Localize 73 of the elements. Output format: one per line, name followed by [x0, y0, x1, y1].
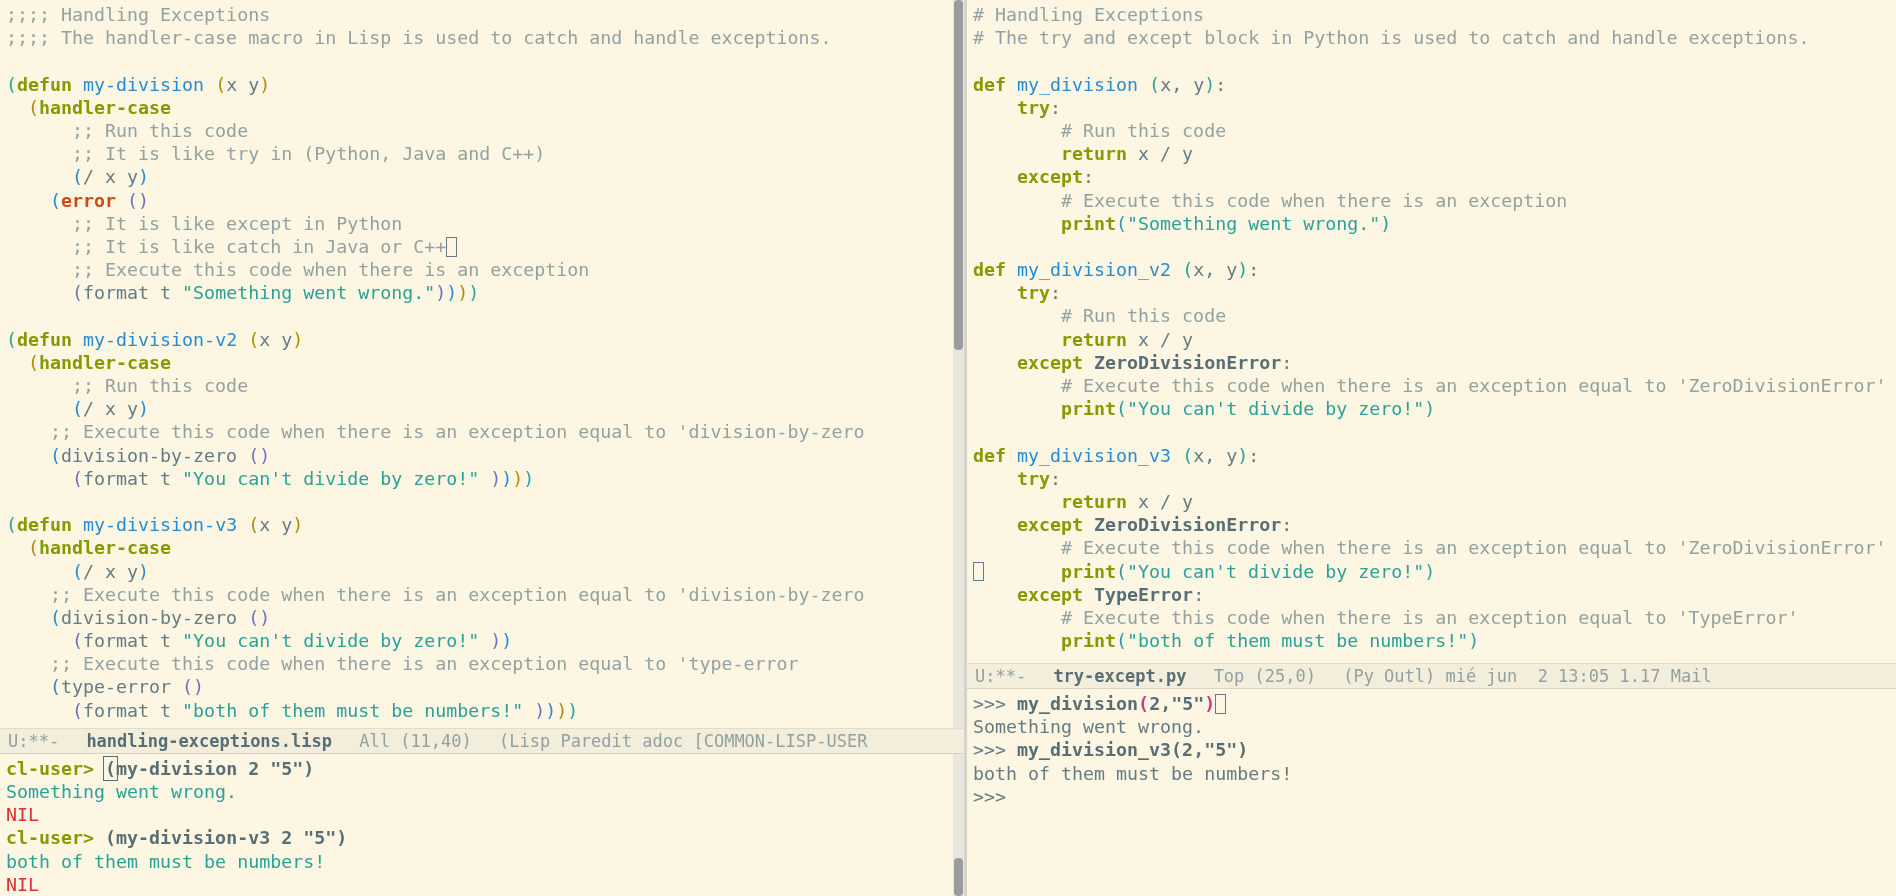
code-line: # Execute this code when there is an exception equal to 'ZeroDivisionError' [1060, 374, 1887, 398]
code-line: except ZeroDivisionError: [1016, 350, 1293, 374]
code-line: except TypeError: [1016, 582, 1205, 606]
cursor-position: All (11,40) [359, 730, 472, 751]
code-line: ;; It is like try in (Python, Java and C++) [71, 142, 546, 166]
code-line: (defun my-division (x y) [6, 72, 271, 96]
repl-line: cl-user> (my-division-v3 2 "5") [6, 826, 348, 850]
cursor-position: Top (25,0) [1213, 666, 1316, 686]
code-line: # Handling Exceptions [973, 3, 1205, 27]
buffer-state: U:**- [975, 666, 1027, 686]
code-line: # Execute this code when there is an exception equal to 'TypeError' [1060, 605, 1799, 630]
repl-line: both of them must be numbers! [973, 761, 1293, 785]
code-line: def my_division (x, y): [973, 72, 1227, 96]
code-line: (/ x y) [71, 165, 150, 189]
code-line: return x / y [1060, 327, 1194, 351]
code-line: try: [1016, 95, 1062, 119]
code-line: try: [1016, 281, 1062, 305]
code-line: ;; Execute this code when there is an exception equal to 'type-error [49, 652, 799, 676]
repl-line: >>> [973, 784, 1007, 808]
code-line: return x / y [1060, 489, 1194, 514]
mode-info: (Lisp Paredit adoc [COMMON-LISP-USER [499, 730, 868, 751]
repl-line: Something went wrong. [973, 715, 1205, 739]
code-line: (handler-case [27, 95, 172, 119]
repl-line: Something went wrong. [6, 780, 238, 804]
code-line: (format t "You can't divide by zero!" )) [71, 629, 513, 653]
code-line: (division-by-zero () [49, 605, 271, 630]
code-line: # Run this code [1060, 304, 1227, 328]
code-line: print("both of them must be numbers!") [1060, 629, 1480, 653]
code-line: (division-by-zero () [49, 443, 271, 467]
code-line: (type-error () [49, 675, 205, 699]
code-line: # Execute this code when there is an exception equal to 'ZeroDivisionError' [1060, 536, 1887, 560]
code-line: # Run this code [1060, 118, 1227, 143]
buffer-name: handling-exceptions.lisp [86, 730, 332, 751]
code-line: ;; Execute this code when there is an exception equal to 'division-by-zero [49, 420, 865, 444]
code-line: (error () [49, 188, 150, 212]
code-line: print("Something went wrong.") [1060, 211, 1392, 235]
buffer-name: try-except.py [1053, 666, 1187, 686]
code-line: ;; It is like catch in Java or C++ [6, 234, 458, 259]
code-line: # Execute this code when there is an exception [1060, 188, 1568, 212]
code-line: except: [1016, 165, 1095, 189]
code-line: (handler-case [27, 536, 172, 560]
code-line: ;; Run this code [71, 374, 249, 398]
scrollbar-thumb[interactable] [954, 0, 963, 350]
code-line: return x / y [1060, 142, 1194, 166]
repl-line: NIL [6, 803, 40, 827]
code-line: ;; It is like except in Python [71, 211, 403, 235]
code-line: # The try and except block in Python is used to catch and handle exceptions. [973, 26, 1810, 50]
repl-line: >>> my_division_v3(2,"5") [973, 738, 1249, 762]
code-line: (format t "You can't divide by zero!" )))) [71, 466, 535, 490]
buffer-state: U:**- [8, 730, 60, 751]
code-line: (/ x y) [71, 397, 150, 421]
code-line: ;; Run this code [71, 118, 249, 143]
code-line: (format t "both of them must be numbers!" )))) [71, 698, 579, 722]
code-line: ;;;; The handler-case macro in Lisp is used to catch and handle exceptions. [6, 26, 832, 50]
mode-info: (Py Outl) mié jun 2 13:05 1.17 Mail [1343, 666, 1712, 686]
code-line: def my_division_v2 (x, y): [973, 258, 1260, 282]
code-line: (handler-case [27, 350, 172, 374]
repl-line: >>> my_division(2,"5") [973, 692, 1227, 716]
code-line: ;; Execute this code when there is an exception equal to 'division-by-zero [49, 582, 865, 606]
code-line: print("You can't divide by zero!") [973, 559, 1436, 583]
scrollbar-thumb[interactable] [954, 858, 963, 896]
code-line: (defun my-division-v3 (x y) [6, 513, 304, 537]
code-line: ;;;; Handling Exceptions [6, 3, 271, 27]
code-line: ;; Execute this code when there is an exception [71, 258, 590, 282]
code-line: (/ x y) [71, 559, 150, 583]
repl-line: both of them must be numbers! [6, 849, 326, 873]
code-line: def my_division_v3 (x, y): [973, 443, 1260, 467]
code-line: print("You can't divide by zero!") [1060, 397, 1436, 421]
code-line: (defun my-division-v2 (x y) [6, 327, 304, 351]
code-line: try: [1016, 466, 1062, 490]
repl-line: NIL [6, 872, 40, 896]
code-line: except ZeroDivisionError: [1016, 513, 1293, 537]
code-line: (format t "Something went wrong.")))) [71, 281, 480, 305]
